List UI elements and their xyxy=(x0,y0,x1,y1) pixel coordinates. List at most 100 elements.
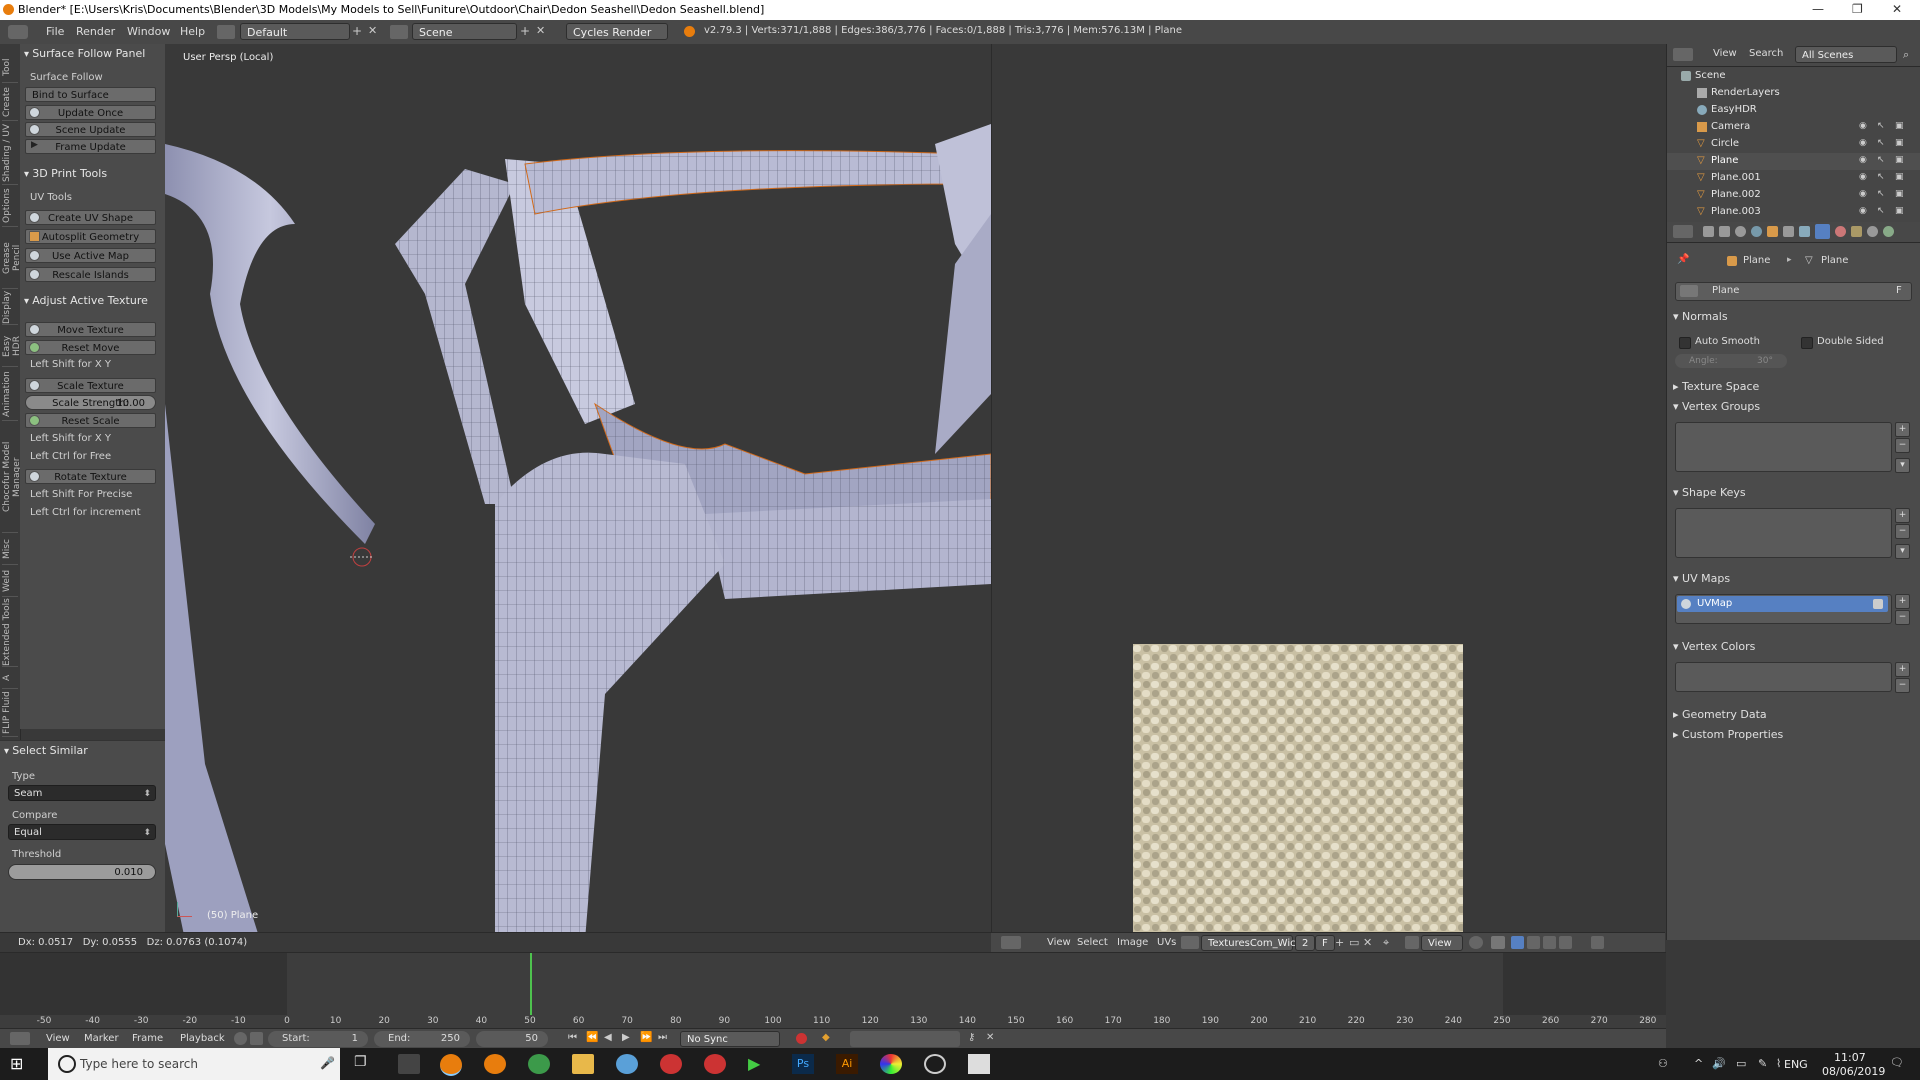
keying-set-select[interactable] xyxy=(850,1031,960,1047)
visibility-eye-icon[interactable]: ◉ xyxy=(1859,138,1869,148)
outliner-row-camera[interactable]: Camera ◉ ↖ ▣ xyxy=(1667,119,1920,136)
next-keyframe-icon[interactable]: ⏩ xyxy=(640,1032,652,1043)
tab-create[interactable]: Create xyxy=(2,84,18,121)
wifi-icon[interactable]: ⌇ xyxy=(1776,1057,1781,1070)
menu-file[interactable]: File xyxy=(46,25,64,38)
editor-type-info-icon[interactable] xyxy=(8,25,28,39)
timeline-editor-icon[interactable] xyxy=(10,1032,30,1045)
uv-maps-list[interactable]: UVMap xyxy=(1675,594,1892,624)
vertex-groups-panel-header[interactable]: Vertex Groups xyxy=(1673,400,1760,413)
render-engine-select[interactable]: Cycles Render xyxy=(566,23,668,40)
timeline-playback-menu[interactable]: Playback xyxy=(180,1033,225,1044)
file-explorer-icon[interactable] xyxy=(572,1054,594,1074)
outliner-search-menu[interactable]: Search xyxy=(1749,48,1783,59)
sync-mode-select[interactable]: No Sync xyxy=(680,1031,780,1047)
geometry-data-panel-header[interactable]: Geometry Data xyxy=(1673,708,1767,721)
pin-icon[interactable]: 📌 xyxy=(1677,254,1689,265)
shape-keys-panel-header[interactable]: Shape Keys xyxy=(1673,486,1746,499)
rescale-islands-button[interactable]: Rescale Islands xyxy=(25,267,156,282)
keying-set-icon[interactable]: ◆ xyxy=(822,1032,830,1043)
active-render-icon[interactable] xyxy=(1873,599,1883,609)
outliner-row-plane-003[interactable]: ▽ Plane.003 ◉ ↖ ▣ xyxy=(1667,204,1920,221)
shape-keys-list[interactable] xyxy=(1675,508,1892,558)
play-reverse-icon[interactable]: ◀ xyxy=(604,1032,612,1043)
image-browse-icon[interactable] xyxy=(1181,936,1199,949)
normals-panel-header[interactable]: Normals xyxy=(1673,310,1728,323)
move-texture-button[interactable]: Move Texture xyxy=(25,322,156,337)
current-frame-field[interactable]: 50 xyxy=(476,1031,548,1047)
island-select-icon[interactable] xyxy=(1559,936,1572,949)
menu-help[interactable]: Help xyxy=(180,25,205,38)
vertex-colors-panel-header[interactable]: Vertex Colors xyxy=(1673,640,1755,653)
texture-space-panel-header[interactable]: Texture Space xyxy=(1673,380,1759,393)
media-player-icon[interactable]: ▶ xyxy=(748,1054,770,1074)
windows-start-icon[interactable]: ⊞ xyxy=(10,1054,32,1074)
start-frame-field[interactable]: Start: 1 xyxy=(268,1031,368,1047)
maximize-button[interactable]: ❐ xyxy=(1852,2,1863,16)
add-vertex-color-button[interactable]: + xyxy=(1895,662,1910,677)
remove-shape-key-button[interactable]: − xyxy=(1895,524,1910,539)
scene-update-button[interactable]: Scene Update xyxy=(25,122,156,137)
object-tab-icon[interactable] xyxy=(1767,226,1778,237)
add-vertex-group-button[interactable]: + xyxy=(1895,422,1910,437)
compare-select[interactable]: Equal xyxy=(8,824,156,841)
particles-tab-icon[interactable] xyxy=(1867,226,1878,237)
people-icon[interactable]: ⚇ xyxy=(1658,1057,1668,1070)
image-fake-user-button[interactable]: F xyxy=(1315,935,1335,951)
outliner-row-circle[interactable]: ▽ Circle ◉ ↖ ▣ xyxy=(1667,136,1920,153)
outliner-row-plane[interactable]: ▽ Plane ◉ ↖ ▣ xyxy=(1667,153,1920,170)
edge-select-icon[interactable] xyxy=(1527,936,1540,949)
uv-image-editor[interactable] xyxy=(991,44,1666,940)
uv-view-select[interactable]: View xyxy=(1421,935,1463,951)
uvmap-item[interactable]: UVMap xyxy=(1677,596,1888,612)
remove-vertex-color-button[interactable]: − xyxy=(1895,678,1910,693)
fake-user-button[interactable]: F xyxy=(1896,285,1902,296)
rotate-texture-button[interactable]: Rotate Texture xyxy=(25,469,156,484)
tab-extended-tools[interactable]: Extended Tools xyxy=(2,598,18,667)
tab-grease-pencil[interactable]: Grease Pencil xyxy=(2,228,22,289)
remove-uv-map-button[interactable]: − xyxy=(1895,610,1910,625)
uv-maps-panel-header[interactable]: UV Maps xyxy=(1673,572,1730,585)
image-users-count[interactable]: 2 xyxy=(1295,935,1316,951)
tab-flip-fluid[interactable]: FLIP Fluid xyxy=(2,690,18,737)
autosplit-geometry-button[interactable]: Autosplit Geometry xyxy=(25,229,156,244)
select-arrow-icon[interactable]: ↖ xyxy=(1877,189,1887,199)
add-layout-icon[interactable]: + xyxy=(352,24,362,38)
app-red-2-icon[interactable] xyxy=(704,1054,726,1074)
shape-key-menu-button[interactable]: ▾ xyxy=(1895,544,1910,559)
network-icon[interactable]: ▭ xyxy=(1736,1057,1746,1070)
steam-icon[interactable] xyxy=(924,1054,946,1074)
taskbar-search-box[interactable]: Type here to search 🎤 xyxy=(48,1048,340,1080)
delete-keyframe-icon[interactable]: ✕ xyxy=(986,1032,994,1043)
print-tools-panel-header[interactable]: 3D Print Tools xyxy=(24,167,107,180)
render-camera-icon[interactable]: ▣ xyxy=(1895,189,1905,199)
app-red-icon[interactable] xyxy=(660,1054,682,1074)
outliner-row-plane-002[interactable]: ▽ Plane.002 ◉ ↖ ▣ xyxy=(1667,187,1920,204)
notifications-icon[interactable]: 🗨 xyxy=(1890,1056,1904,1069)
uv-image-menu[interactable]: Image xyxy=(1117,937,1148,948)
tab-chocofur[interactable]: Chocofur Model Manager xyxy=(2,422,22,533)
tab-animation[interactable]: Animation xyxy=(2,368,18,421)
tab-shading-uv[interactable]: Shading / UV xyxy=(2,122,18,185)
visibility-eye-icon[interactable]: ◉ xyxy=(1859,155,1869,165)
3d-viewport[interactable]: User Persp (Local) (50) Plane xyxy=(165,44,991,940)
outliner-search-icon[interactable]: ⌕ xyxy=(1903,48,1909,62)
scene-tab-icon[interactable] xyxy=(1735,226,1746,237)
input-language[interactable]: ENG xyxy=(1784,1058,1808,1071)
calculator-icon[interactable] xyxy=(398,1054,420,1074)
adjust-texture-panel-header[interactable]: Adjust Active Texture xyxy=(24,294,148,307)
select-arrow-icon[interactable]: ↖ xyxy=(1877,121,1887,131)
double-sided-checkbox[interactable] xyxy=(1801,337,1813,349)
auto-smooth-checkbox[interactable] xyxy=(1679,337,1691,349)
blender-app-2-icon[interactable] xyxy=(484,1054,506,1074)
add-shape-key-button[interactable]: + xyxy=(1895,508,1910,523)
tab-options[interactable]: Options xyxy=(2,186,18,227)
render-camera-icon[interactable]: ▣ xyxy=(1895,138,1905,148)
modifiers-tab-icon[interactable] xyxy=(1799,226,1810,237)
pivot-icon[interactable] xyxy=(1469,936,1483,949)
end-frame-field[interactable]: End: 250 xyxy=(374,1031,470,1047)
unlink-image-icon[interactable]: ✕ xyxy=(1363,936,1372,949)
image-name-field[interactable]: TexturesCom_Wic... xyxy=(1201,935,1305,951)
clock-time[interactable]: 11:07 xyxy=(1834,1051,1866,1064)
volume-icon[interactable]: 🔊 xyxy=(1712,1057,1726,1070)
